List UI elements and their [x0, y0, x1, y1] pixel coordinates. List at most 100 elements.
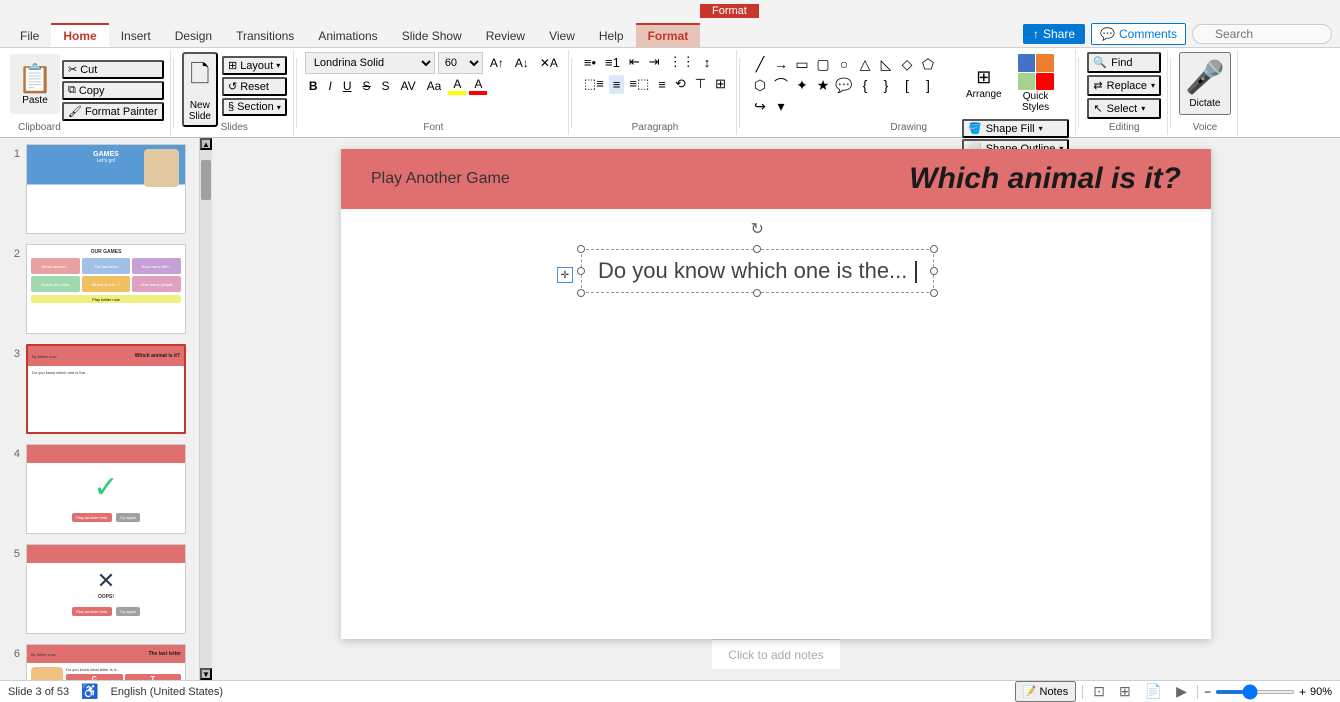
scroll-up-button[interactable]: ▲ [200, 138, 212, 150]
smartart-button[interactable]: ⊞ [711, 74, 730, 94]
replace-button[interactable]: ⇄ Replace ▾ [1087, 75, 1161, 96]
shape-bracket-right[interactable]: ] [918, 75, 938, 95]
bold-button[interactable]: B [305, 77, 322, 95]
zoom-out-button[interactable]: − [1204, 685, 1211, 699]
handle-top-left[interactable] [577, 245, 585, 253]
shape-pentagon[interactable]: ⬠ [918, 54, 938, 74]
cut-button[interactable]: ✂ Cut [62, 60, 164, 79]
shape-rounded-rect[interactable]: ▢ [813, 54, 833, 74]
view-slide-sorter-button[interactable]: ⊞ [1115, 681, 1135, 702]
accessibility-icon[interactable]: ♿ [81, 683, 98, 700]
line-spacing-button[interactable]: ↕ [700, 53, 715, 72]
tab-format[interactable]: Format [636, 23, 701, 47]
zoom-slider[interactable] [1215, 690, 1295, 694]
slide-thumbnail-2[interactable]: 2 OUR GAMES Which animal... The last let… [4, 242, 195, 336]
shape-triangle[interactable]: △ [855, 54, 875, 74]
notes-input-area[interactable]: Click to add notes [712, 639, 839, 669]
align-center-button[interactable]: ≡ [609, 75, 625, 94]
rotate-handle[interactable]: ↻ [751, 219, 764, 239]
reset-button[interactable]: ↺ Reset [222, 77, 287, 96]
slide-thumbnail-4[interactable]: 4 ✓ Play another here Try again [4, 442, 195, 536]
dictate-button[interactable]: 🎤 Dictate [1179, 52, 1231, 115]
shape-star5[interactable]: ★ [813, 75, 833, 95]
align-text-button[interactable]: ⊤ [691, 74, 710, 94]
increase-indent-button[interactable]: ⇥ [645, 52, 664, 72]
share-button[interactable]: ↑ Share [1023, 24, 1085, 44]
scroll-thumb[interactable] [201, 160, 211, 200]
char-spacing-button[interactable]: AV [397, 77, 420, 95]
clear-format-button[interactable]: ✕A [536, 54, 562, 72]
panel-scrollbar[interactable]: ▲ ▼ [200, 138, 212, 680]
font-color-button[interactable]: A [469, 77, 487, 95]
shape-rect[interactable]: ▭ [792, 54, 812, 74]
comments-button[interactable]: 💬 Comments [1091, 23, 1186, 45]
shape-more[interactable]: ▾ [771, 96, 791, 112]
text-direction-button[interactable]: ⟲ [671, 74, 690, 94]
underline-button[interactable]: U [339, 77, 356, 95]
numbering-button[interactable]: ≡1 [601, 53, 624, 72]
view-normal-button[interactable]: ⊡ [1089, 681, 1109, 702]
shape-hexagon[interactable]: ⬡ [750, 75, 770, 95]
search-input[interactable] [1192, 24, 1332, 44]
shape-oval[interactable]: ○ [834, 54, 854, 74]
text-shadow-button[interactable]: S [378, 77, 394, 95]
handle-bot-mid[interactable] [753, 289, 761, 297]
justify-button[interactable]: ≡ [654, 75, 670, 94]
shape-line[interactable]: ╱ [750, 54, 770, 74]
shape-bracket-left[interactable]: [ [897, 75, 917, 95]
tab-animations[interactable]: Animations [306, 25, 389, 47]
shape-star4[interactable]: ✦ [792, 75, 812, 95]
tab-help[interactable]: Help [587, 25, 636, 47]
new-slide-button[interactable]: 🗋 NewSlide [182, 52, 218, 127]
text-box-container[interactable]: ↻ ✛ Do you know which one is the... [581, 249, 934, 293]
handle-top-mid[interactable] [753, 245, 761, 253]
columns-button[interactable]: ⋮⋮ [665, 52, 699, 72]
shape-arrow[interactable]: → [771, 54, 791, 74]
select-button[interactable]: ↖ Select ▾ [1087, 98, 1161, 119]
format-painter-button[interactable]: 🖌 Format Painter [62, 102, 164, 121]
paste-button[interactable]: 📋 Paste [10, 54, 60, 114]
align-left-button[interactable]: ⬚≡ [580, 74, 608, 94]
layout-button[interactable]: ⊞ Layout ▾ [222, 56, 287, 75]
view-slideshow-button[interactable]: ▶ [1172, 681, 1191, 702]
handle-mid-right[interactable] [930, 267, 938, 275]
handle-bot-right[interactable] [930, 289, 938, 297]
shape-callout[interactable]: 💬 [834, 75, 854, 95]
copy-button[interactable]: ⧉ Copy [62, 81, 164, 100]
slide-text-box[interactable]: Do you know which one is the... [581, 249, 934, 293]
shape-brace-left[interactable]: { [855, 75, 875, 95]
decrease-indent-button[interactable]: ⇤ [625, 52, 644, 72]
find-button[interactable]: 🔍 Find [1087, 52, 1161, 73]
tab-transitions[interactable]: Transitions [224, 25, 306, 47]
bullets-button[interactable]: ≡• [580, 53, 600, 72]
handle-top-right[interactable] [930, 245, 938, 253]
italic-button[interactable]: I [324, 77, 335, 95]
font-size-select[interactable]: 60 [438, 52, 483, 74]
increase-font-button[interactable]: A↑ [486, 54, 508, 72]
anchor-icon[interactable]: ✛ [557, 267, 573, 283]
tab-slideshow[interactable]: Slide Show [390, 25, 474, 47]
slide-thumbnail-6[interactable]: 6 By better now The last letter Do you k… [4, 642, 195, 680]
shape-diamond[interactable]: ◇ [897, 54, 917, 74]
shape-rtriangle[interactable]: ◺ [876, 54, 896, 74]
strikethrough-button[interactable]: S [359, 77, 375, 95]
format-context-tab[interactable]: Format [700, 4, 759, 18]
section-button[interactable]: § Section ▾ [222, 98, 287, 116]
slide-thumbnail-1[interactable]: 1 GAMES Let's go! [4, 142, 195, 236]
tab-insert[interactable]: Insert [109, 25, 163, 47]
tab-home[interactable]: Home [51, 23, 108, 47]
shape-curve[interactable]: ⌒ [771, 75, 791, 95]
align-right-button[interactable]: ≡⬚ [625, 74, 653, 94]
tab-file[interactable]: File [8, 25, 51, 47]
handle-mid-left[interactable] [577, 267, 585, 275]
shape-fill-button[interactable]: 🪣 Shape Fill ▾ [962, 119, 1069, 138]
change-case-button[interactable]: Aa [423, 77, 446, 95]
quick-styles-button[interactable]: QuickStyles [1014, 52, 1058, 115]
tab-design[interactable]: Design [163, 25, 224, 47]
shape-brace-right[interactable]: } [876, 75, 896, 95]
scroll-down-button[interactable]: ▼ [200, 668, 212, 680]
slide-thumbnail-3[interactable]: 3 By better now Which animal is it? Do y… [4, 342, 195, 436]
font-family-select[interactable]: Londrina Solid [305, 52, 435, 74]
notes-button[interactable]: 📝 Notes [1015, 681, 1076, 702]
arrange-button[interactable]: ⊞ Arrange [962, 65, 1006, 102]
